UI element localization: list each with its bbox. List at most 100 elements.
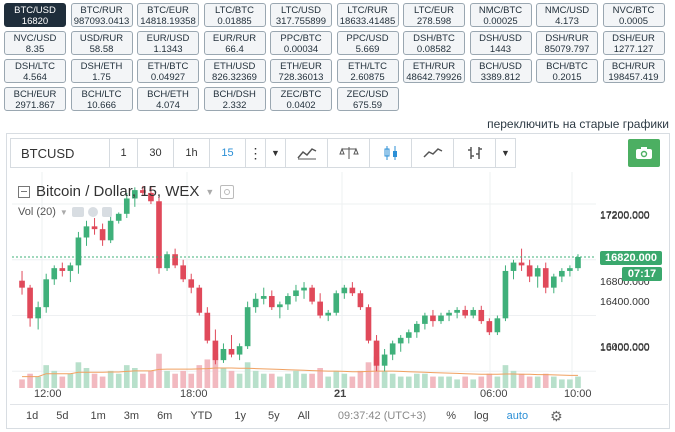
pair-button[interactable]: EUR/USD 1.1343	[137, 31, 199, 55]
pair-button[interactable]: BCH/USD 3389.812	[469, 59, 532, 83]
pair-button[interactable]: LTC/RUR 18633.41485	[336, 3, 399, 27]
volume-bar	[115, 373, 122, 388]
candle-body	[567, 268, 573, 271]
pair-name: NVC/BTC	[612, 5, 655, 16]
volume-bar	[510, 370, 517, 388]
pair-button[interactable]: BCH/ETH 4.074	[137, 87, 199, 111]
switch-old-charts-link[interactable]: переключить на старые графики	[487, 117, 669, 131]
pair-button[interactable]: EUR/RUR 66.4	[203, 31, 266, 55]
range-1m-button[interactable]: 1m	[77, 410, 114, 422]
collapse-legend-icon[interactable]	[18, 185, 30, 198]
candle-body	[83, 226, 90, 238]
pair-button[interactable]: NMC/USD 4.173	[536, 3, 598, 27]
indicators-icon[interactable]	[286, 138, 328, 168]
interval-30-button[interactable]: 30	[138, 138, 174, 168]
pair-button[interactable]: NMC/BTC 0.00025	[469, 3, 532, 27]
pair-button[interactable]: ETH/EUR 728.36013	[270, 59, 332, 83]
pair-button[interactable]: LTC/EUR 278.598	[403, 3, 465, 27]
range-3m-button[interactable]: 3m	[114, 410, 147, 422]
clock-time[interactable]: 09:37:42 (UTC+3)	[318, 410, 434, 422]
time-axis[interactable]: 12:00 18:00 21 06:00 10:00	[12, 388, 596, 402]
auto-toggle[interactable]: auto	[497, 410, 536, 422]
pair-button[interactable]: BTC/USD 16820	[4, 3, 66, 27]
range-ytd-button[interactable]: YTD	[180, 410, 220, 422]
gear-icon[interactable]	[87, 207, 98, 217]
pair-button[interactable]: ETH/LTC 2.60875	[336, 59, 399, 83]
range-5y-button[interactable]: 5y	[254, 410, 288, 422]
pair-button[interactable]: DSH/ETH 1.75	[70, 59, 133, 83]
camera-icon[interactable]	[628, 139, 660, 167]
candle-body	[325, 312, 332, 316]
pair-name: LTC/USD	[281, 5, 321, 16]
pair-button[interactable]: ETH/BTC 0.04927	[137, 59, 199, 83]
range-all-button[interactable]: All	[288, 410, 318, 422]
pair-button[interactable]: BCH/RUR 198457.419	[602, 59, 665, 83]
pair-name: ETH/USD	[213, 61, 256, 72]
pair-button[interactable]: DSH/LTC 4.564	[4, 59, 66, 83]
pair-button[interactable]: LTC/USD 317.755899	[270, 3, 332, 27]
pair-button[interactable]: BCH/EUR 2971.867	[4, 87, 66, 111]
pair-price: 5.669	[355, 44, 380, 55]
volume-bar	[228, 370, 235, 388]
pair-button[interactable]: USD/RUR 58.58	[70, 31, 133, 55]
percent-toggle[interactable]: %	[434, 410, 464, 422]
more-intervals-icon[interactable]: ⋮	[246, 138, 266, 168]
range-1y-button[interactable]: 1y	[220, 410, 254, 422]
pair-button[interactable]: BCH/BTC 0.2015	[536, 59, 598, 83]
candle-body	[373, 340, 380, 366]
pair-button[interactable]: PPC/USD 5.669	[336, 31, 399, 55]
pair-price: 4.173	[555, 16, 579, 27]
symbol-input[interactable]: BTCUSD	[10, 138, 110, 168]
close-icon[interactable]	[101, 207, 112, 217]
volume-bar	[188, 373, 195, 388]
interval-15-button[interactable]: 15	[210, 138, 246, 168]
chart-type-chevron-icon[interactable]: ▼	[496, 138, 516, 168]
pair-button[interactable]: BTC/EUR 14818.19358	[137, 3, 199, 27]
interval-1h-button[interactable]: 1h	[174, 138, 210, 168]
candle-body	[559, 270, 565, 277]
log-toggle[interactable]: log	[464, 410, 497, 422]
chart-settings-gear-icon[interactable]: ⚙	[536, 408, 571, 425]
volume-bar	[542, 373, 549, 388]
pair-button[interactable]: ZEC/USD 675.59	[336, 87, 399, 111]
area-chart-icon[interactable]	[412, 138, 454, 168]
pair-button[interactable]: BCH/LTC 10.666	[70, 87, 133, 111]
pair-price: 0.04927	[150, 72, 186, 83]
pair-price: 8.35	[25, 44, 45, 55]
volume-bar	[446, 376, 452, 388]
candle-body	[252, 298, 259, 308]
pair-button[interactable]: DSH/RUR 85079.797	[536, 31, 598, 55]
pair-button[interactable]: DSH/EUR 1277.127	[602, 31, 665, 55]
pair-button[interactable]: LTC/BTC 0.01885	[203, 3, 266, 27]
pair-button[interactable]: BCH/DSH 2.332	[203, 87, 266, 111]
pair-button[interactable]: ETH/USD 826.32369	[203, 59, 266, 83]
pair-button[interactable]: DSH/USD 1443	[469, 31, 532, 55]
pair-button[interactable]: NVC/BTC 0.0005	[602, 3, 665, 27]
range-1d-button[interactable]: 1d	[10, 410, 46, 422]
volume-bar	[381, 370, 388, 388]
pair-button[interactable]: ETH/RUR 48642.79926	[403, 59, 465, 83]
range-6m-button[interactable]: 6m	[147, 410, 180, 422]
candles-icon[interactable]	[370, 138, 412, 168]
candle-body	[389, 343, 396, 355]
chevron-down-icon[interactable]: ▼	[266, 138, 286, 168]
eye-icon[interactable]	[71, 207, 84, 217]
price-chart[interactable]	[12, 172, 596, 388]
price-tick: 16400.000	[600, 296, 650, 308]
legend-chevron-icon[interactable]: ▼	[205, 187, 214, 197]
pair-button[interactable]: NVC/USD 8.35	[4, 31, 66, 55]
volume-bar	[526, 376, 533, 388]
range-5d-button[interactable]: 5d	[46, 410, 76, 422]
compare-scale-icon[interactable]	[328, 138, 370, 168]
volume-chevron-icon[interactable]: ▼	[60, 208, 68, 217]
settings-icon[interactable]	[220, 184, 235, 199]
bars-icon[interactable]	[454, 138, 496, 168]
interval-1-button[interactable]: 1	[110, 138, 138, 168]
pair-button[interactable]: BTC/RUR 987093.0413	[70, 3, 133, 27]
volume-bar	[99, 376, 106, 388]
pair-button[interactable]: PPC/BTC 0.00034	[270, 31, 332, 55]
volume-bar	[414, 373, 420, 388]
pair-button[interactable]: DSH/BTC 0.08582	[403, 31, 465, 55]
pair-button[interactable]: ZEC/BTC 0.0402	[270, 87, 332, 111]
candle-body	[99, 229, 106, 241]
